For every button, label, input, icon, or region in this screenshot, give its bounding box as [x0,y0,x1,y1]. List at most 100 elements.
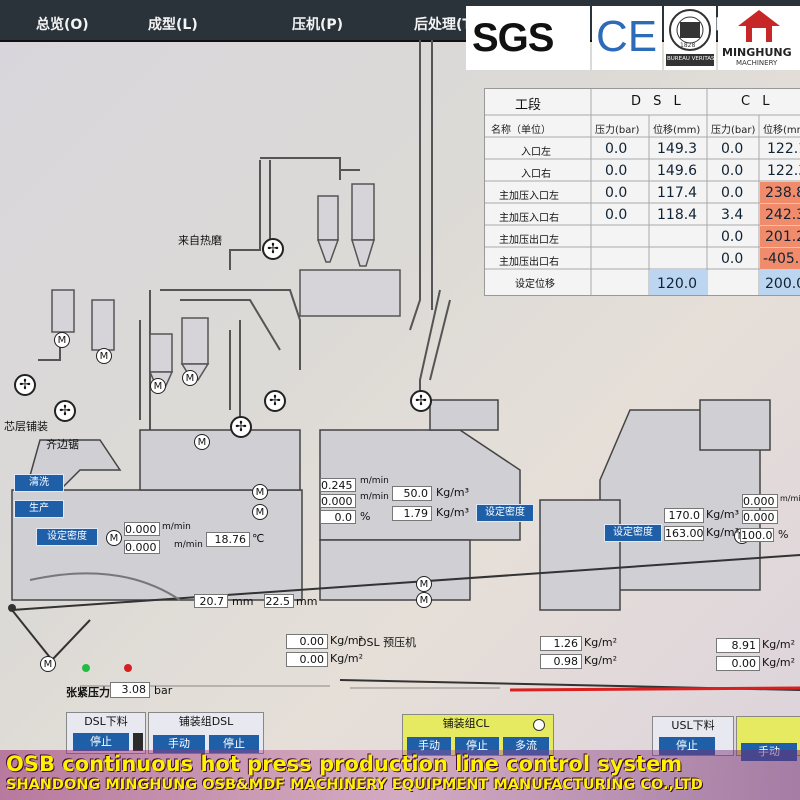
speed-value-2[interactable]: 0.000 [124,540,160,554]
fan-icon[interactable]: ✢ [14,374,36,396]
right-percent-value[interactable]: 100.0 [740,528,774,542]
motor-icon[interactable]: M [182,370,198,386]
label-dsl-prepress: DSL 预压机 [358,636,417,649]
temperature-unit: ℃ [252,532,265,545]
tension-pressure-value[interactable]: 3.08 [110,682,150,698]
mid-speed-unit-1: m/min [360,476,389,486]
motor-icon[interactable]: M [150,378,166,394]
clean-button[interactable]: 清洗 [14,474,64,492]
panel-dsl-forming: 铺装组DSL 手动 停止 [148,712,264,754]
mid-percent-value[interactable]: 0.0 [320,510,356,524]
mid-speed-value-1[interactable]: 0.245 [320,478,356,492]
menu-press[interactable]: 压机(P) [292,14,343,34]
mid-density-value-2[interactable]: 1.79 [392,506,432,521]
right-density-value-2[interactable]: 163.00 [664,526,704,541]
menu-post-process[interactable]: 后处理(T [414,14,472,34]
fan-icon[interactable]: ✢ [262,238,284,260]
row-dsl-pressure: 0.0 [605,185,628,201]
radio-indicator[interactable] [533,719,545,731]
row-dsl-displacement: 118.4 [657,207,698,223]
table-title: 工段 [515,98,542,113]
mid-density-unit-1: Kg/m³ [436,486,470,499]
height-value-1[interactable]: 20.7 [194,594,228,608]
row-name: 主加压出口右 [499,257,559,268]
label-edge-saw: 齐边锯 [46,438,79,451]
motor-icon[interactable]: M [252,484,268,500]
weight-value-c2[interactable]: 0.00 [716,656,760,671]
motor-icon[interactable]: M [54,332,70,348]
set-density-button-right[interactable]: 设定密度 [604,524,662,542]
motor-icon[interactable]: M [106,530,122,546]
row-dsl-pressure: 0.0 [605,207,628,223]
mid-percent-unit: % [360,510,371,523]
menu-overview[interactable]: 总览(O) [36,14,89,34]
row-cl-displacement: 122.1 [767,141,800,157]
row-cl-pressure: 0.0 [721,251,744,267]
set-density-button-mid[interactable]: 设定密度 [476,504,534,522]
row-cl-pressure: 0.0 [721,229,744,245]
row-name: 入口左 [521,147,551,158]
row-cl-displacement: 122.3 [767,163,800,179]
motor-icon[interactable]: M [96,348,112,364]
weight-unit-a2: Kg/m² [330,652,364,665]
stop-button[interactable]: 停止 [73,733,129,751]
speed-value-1[interactable]: 0.000 [124,522,160,536]
tension-unit: bar [154,684,173,697]
weight-value-c1[interactable]: 8.91 [716,638,760,653]
motor-icon[interactable]: M [194,434,210,450]
table-section-cl: C L [741,94,774,109]
right-speed-value-2[interactable]: 0.000 [742,510,778,524]
motor-icon[interactable]: M [252,504,268,520]
label-from-heat-mill: 来自热磨 [178,234,222,247]
weight-value-a1[interactable]: 0.00 [286,634,328,649]
row-dsl-displacement: 149.6 [657,163,698,179]
weight-value-a2[interactable]: 0.00 [286,652,328,667]
motor-icon[interactable]: M [40,656,56,672]
label-tension-pressure: 张紧压力 [66,686,110,699]
right-density-unit-2: Kg/m³ [706,526,740,539]
row-dsl-pressure: 0.0 [605,141,628,157]
row-dsl-displacement: 149.3 [657,141,698,157]
motor-icon[interactable]: M [416,592,432,608]
weight-value-b1[interactable]: 1.26 [540,636,582,651]
row-cl-set-displacement[interactable]: 200.0 [765,276,800,292]
right-speed-unit: m/min [780,494,800,503]
mid-density-value-1[interactable]: 50.0 [392,486,432,501]
weight-unit-b1: Kg/m² [584,636,618,649]
mid-speed-value-2[interactable]: 0.000 [320,494,356,508]
fan-icon[interactable]: ✢ [264,390,286,412]
row-cl-displacement: 238.8 [765,185,800,201]
panel-title: 铺装组CL [442,717,490,730]
produce-button[interactable]: 生产 [14,500,64,518]
row-cl-pressure: 0.0 [721,163,744,179]
row-dsl-displacement: 117.4 [657,185,698,201]
panel-title: USL下料 [671,719,715,732]
right-percent-unit: % [778,528,789,541]
set-density-button-left[interactable]: 设定密度 [36,528,98,546]
mid-density-unit-2: Kg/m³ [436,506,470,519]
column-header-pressure: 压力(bar) [595,125,640,136]
row-name: 设定位移 [515,279,555,290]
row-dsl-set-displacement[interactable]: 120.0 [657,276,697,292]
height-unit-2: mm [296,595,318,608]
menu-forming[interactable]: 成型(L) [148,14,198,34]
fan-icon[interactable]: ✢ [54,400,76,422]
height-value-2[interactable]: 22.5 [264,594,294,608]
temperature-value[interactable]: 18.76 [206,532,250,547]
fan-icon[interactable]: ✢ [230,416,252,438]
right-speed-value-1[interactable]: 0.000 [742,494,778,508]
speed-unit-2: m/min [174,540,203,550]
weight-value-b2[interactable]: 0.98 [540,654,582,669]
panel-dsl-discharge: DSL下料 停止 [66,712,146,754]
panel-title: 铺装组DSL [178,715,234,728]
weight-unit-b2: Kg/m² [584,654,618,667]
right-density-unit-1: Kg/m³ [706,508,740,521]
height-unit-1: mm [232,595,254,608]
motor-icon[interactable]: M [416,576,432,592]
row-dsl-pressure: 0.0 [605,163,628,179]
fan-icon[interactable]: ✢ [410,390,432,412]
column-header-pressure: 压力(bar) [711,125,756,136]
weight-unit-c1: Kg/m² [762,638,796,651]
right-density-value-1[interactable]: 170.0 [664,508,704,523]
column-header-displacement: 位移(mm) [763,125,800,136]
